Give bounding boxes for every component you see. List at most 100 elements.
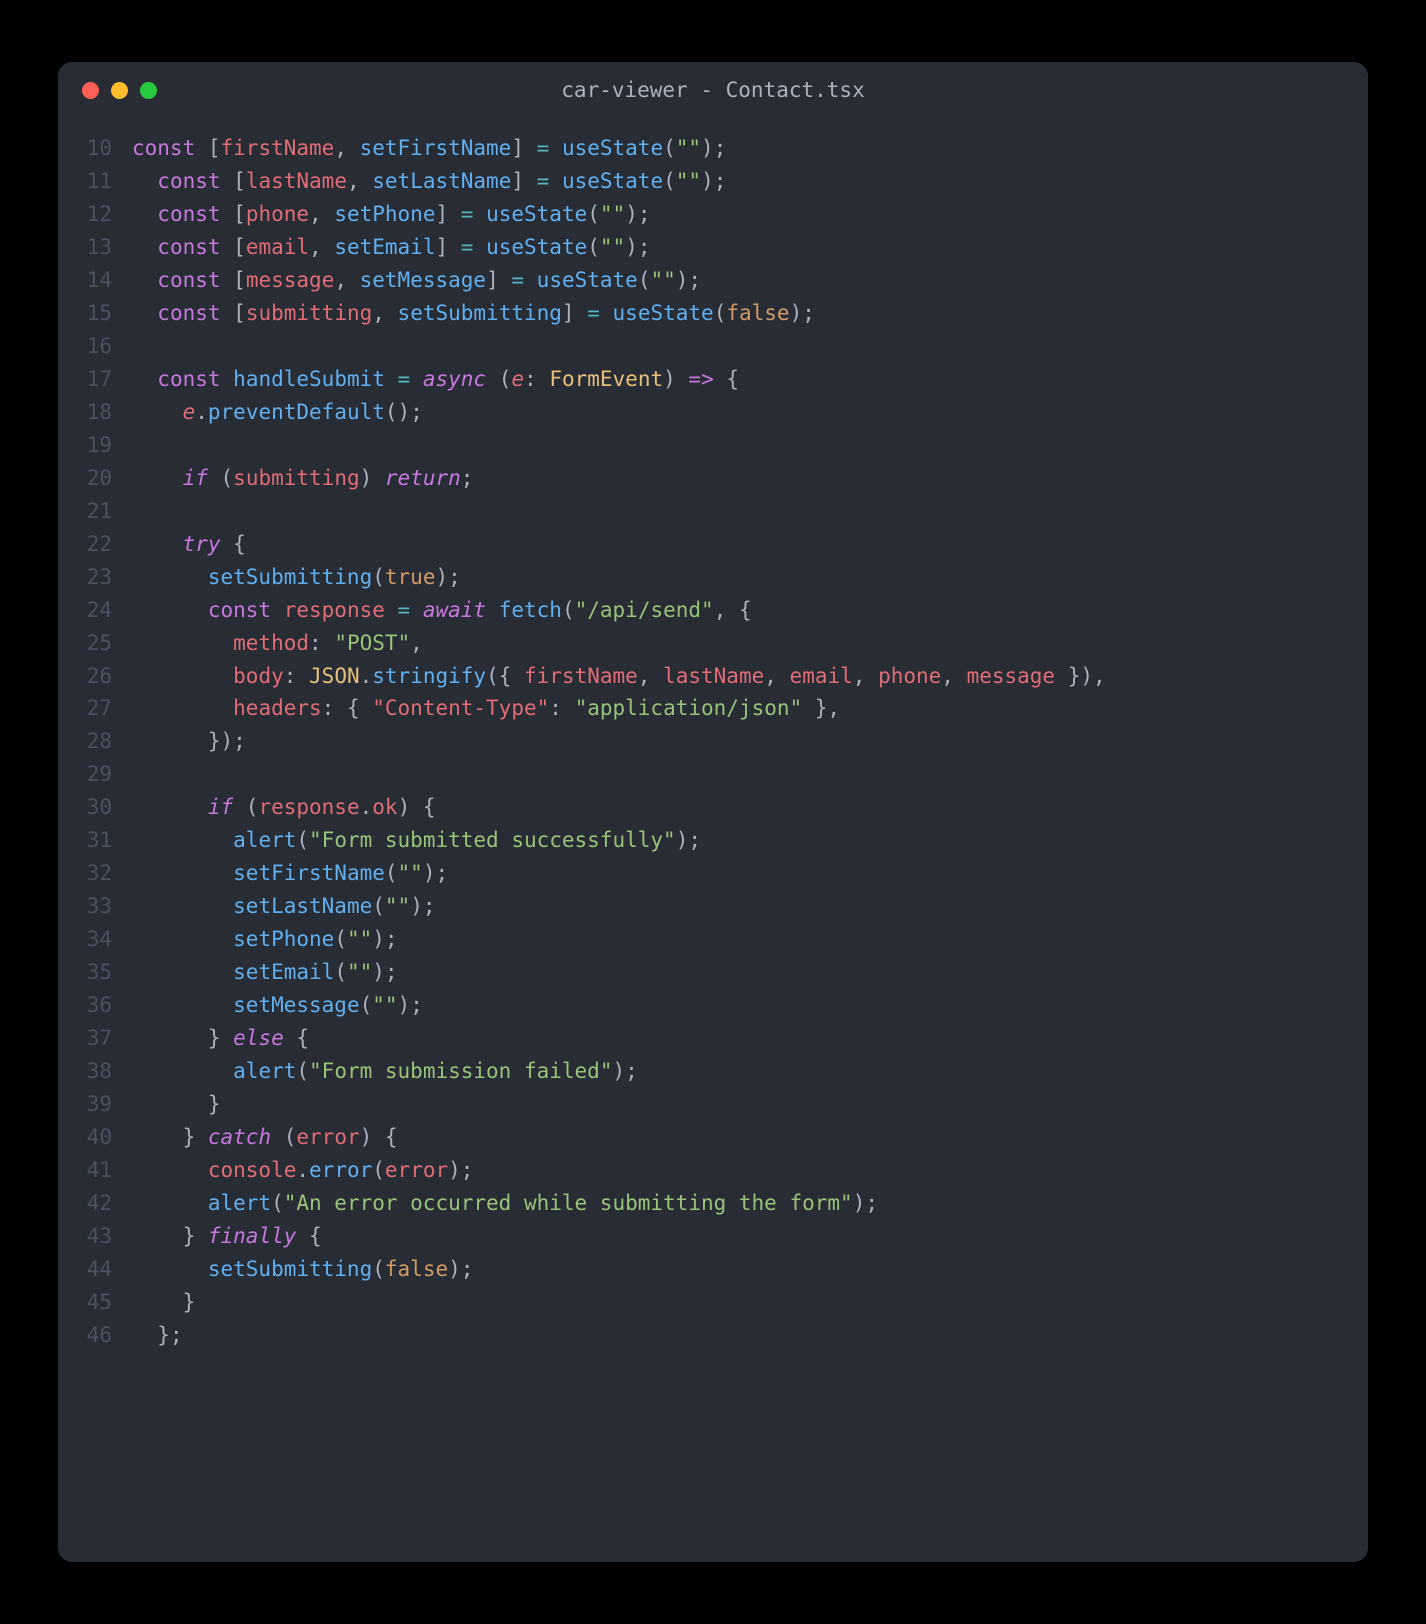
code-content[interactable]: alert("Form submission failed"); bbox=[132, 1055, 1368, 1088]
code-content[interactable]: const [lastName, setLastName] = useState… bbox=[132, 165, 1368, 198]
code-content[interactable]: const [email, setEmail] = useState(""); bbox=[132, 231, 1368, 264]
code-content[interactable]: setEmail(""); bbox=[132, 956, 1368, 989]
code-line[interactable]: 33 setLastName(""); bbox=[58, 890, 1368, 923]
code-content[interactable]: } else { bbox=[132, 1022, 1368, 1055]
code-line[interactable]: 12 const [phone, setPhone] = useState(""… bbox=[58, 198, 1368, 231]
line-number: 26 bbox=[58, 660, 132, 693]
code-line[interactable]: 41 console.error(error); bbox=[58, 1154, 1368, 1187]
code-line[interactable]: 13 const [email, setEmail] = useState(""… bbox=[58, 231, 1368, 264]
code-line[interactable]: 18 e.preventDefault(); bbox=[58, 396, 1368, 429]
code-line[interactable]: 34 setPhone(""); bbox=[58, 923, 1368, 956]
code-content[interactable] bbox=[132, 429, 1368, 462]
line-number: 12 bbox=[58, 198, 132, 231]
code-content[interactable]: headers: { "Content-Type": "application/… bbox=[132, 692, 1368, 725]
code-content[interactable]: setSubmitting(true); bbox=[132, 561, 1368, 594]
code-line[interactable]: 26 body: JSON.stringify({ firstName, las… bbox=[58, 660, 1368, 693]
code-line[interactable]: 19 bbox=[58, 429, 1368, 462]
line-number: 25 bbox=[58, 627, 132, 660]
close-icon[interactable] bbox=[82, 82, 99, 99]
line-number: 23 bbox=[58, 561, 132, 594]
minimize-icon[interactable] bbox=[111, 82, 128, 99]
line-number: 38 bbox=[58, 1055, 132, 1088]
code-line[interactable]: 31 alert("Form submitted successfully"); bbox=[58, 824, 1368, 857]
code-line[interactable]: 24 const response = await fetch("/api/se… bbox=[58, 594, 1368, 627]
line-number: 44 bbox=[58, 1253, 132, 1286]
code-content[interactable]: alert("Form submitted successfully"); bbox=[132, 824, 1368, 857]
code-content[interactable]: } catch (error) { bbox=[132, 1121, 1368, 1154]
code-content[interactable] bbox=[132, 758, 1368, 791]
code-content[interactable]: setMessage(""); bbox=[132, 989, 1368, 1022]
code-content[interactable]: body: JSON.stringify({ firstName, lastNa… bbox=[132, 660, 1368, 693]
line-number: 41 bbox=[58, 1154, 132, 1187]
code-line[interactable]: 45 } bbox=[58, 1286, 1368, 1319]
line-number: 46 bbox=[58, 1319, 132, 1352]
titlebar: car-viewer - Contact.tsx bbox=[58, 62, 1368, 118]
code-content[interactable]: const handleSubmit = async (e: FormEvent… bbox=[132, 363, 1368, 396]
code-content[interactable]: e.preventDefault(); bbox=[132, 396, 1368, 429]
code-content[interactable]: }; bbox=[132, 1319, 1368, 1352]
code-content[interactable]: }); bbox=[132, 725, 1368, 758]
code-content[interactable]: if (submitting) return; bbox=[132, 462, 1368, 495]
code-line[interactable]: 36 setMessage(""); bbox=[58, 989, 1368, 1022]
window-title: car-viewer - Contact.tsx bbox=[58, 78, 1368, 102]
code-content[interactable]: if (response.ok) { bbox=[132, 791, 1368, 824]
code-line[interactable]: 23 setSubmitting(true); bbox=[58, 561, 1368, 594]
code-content[interactable]: } bbox=[132, 1286, 1368, 1319]
code-line[interactable]: 20 if (submitting) return; bbox=[58, 462, 1368, 495]
code-line[interactable]: 43 } finally { bbox=[58, 1220, 1368, 1253]
code-line[interactable]: 39 } bbox=[58, 1088, 1368, 1121]
line-number: 19 bbox=[58, 429, 132, 462]
code-content[interactable]: const [message, setMessage] = useState("… bbox=[132, 264, 1368, 297]
code-line[interactable]: 15 const [submitting, setSubmitting] = u… bbox=[58, 297, 1368, 330]
code-line[interactable]: 16 bbox=[58, 330, 1368, 363]
code-content[interactable]: } finally { bbox=[132, 1220, 1368, 1253]
code-content[interactable]: const response = await fetch("/api/send"… bbox=[132, 594, 1368, 627]
code-line[interactable]: 30 if (response.ok) { bbox=[58, 791, 1368, 824]
code-line[interactable]: 37 } else { bbox=[58, 1022, 1368, 1055]
line-number: 14 bbox=[58, 264, 132, 297]
code-line[interactable]: 32 setFirstName(""); bbox=[58, 857, 1368, 890]
code-content[interactable]: setPhone(""); bbox=[132, 923, 1368, 956]
code-editor[interactable]: 10const [firstName, setFirstName] = useS… bbox=[58, 118, 1368, 1562]
line-number: 32 bbox=[58, 857, 132, 890]
code-line[interactable]: 25 method: "POST", bbox=[58, 627, 1368, 660]
code-line[interactable]: 27 headers: { "Content-Type": "applicati… bbox=[58, 692, 1368, 725]
code-content[interactable]: console.error(error); bbox=[132, 1154, 1368, 1187]
line-number: 43 bbox=[58, 1220, 132, 1253]
code-content[interactable]: const [submitting, setSubmitting] = useS… bbox=[132, 297, 1368, 330]
line-number: 29 bbox=[58, 758, 132, 791]
code-content[interactable]: const [phone, setPhone] = useState(""); bbox=[132, 198, 1368, 231]
code-line[interactable]: 22 try { bbox=[58, 528, 1368, 561]
code-content[interactable] bbox=[132, 495, 1368, 528]
code-line[interactable]: 10const [firstName, setFirstName] = useS… bbox=[58, 132, 1368, 165]
code-line[interactable]: 11 const [lastName, setLastName] = useSt… bbox=[58, 165, 1368, 198]
code-content[interactable]: setLastName(""); bbox=[132, 890, 1368, 923]
line-number: 30 bbox=[58, 791, 132, 824]
code-line[interactable]: 35 setEmail(""); bbox=[58, 956, 1368, 989]
line-number: 40 bbox=[58, 1121, 132, 1154]
code-line[interactable]: 38 alert("Form submission failed"); bbox=[58, 1055, 1368, 1088]
code-line[interactable]: 14 const [message, setMessage] = useStat… bbox=[58, 264, 1368, 297]
code-line[interactable]: 21 bbox=[58, 495, 1368, 528]
code-line[interactable]: 44 setSubmitting(false); bbox=[58, 1253, 1368, 1286]
code-content[interactable]: } bbox=[132, 1088, 1368, 1121]
line-number: 11 bbox=[58, 165, 132, 198]
code-line[interactable]: 46 }; bbox=[58, 1319, 1368, 1352]
line-number: 33 bbox=[58, 890, 132, 923]
code-content[interactable]: const [firstName, setFirstName] = useSta… bbox=[132, 132, 1368, 165]
code-content[interactable] bbox=[132, 330, 1368, 363]
code-line[interactable]: 42 alert("An error occurred while submit… bbox=[58, 1187, 1368, 1220]
line-number: 45 bbox=[58, 1286, 132, 1319]
code-line[interactable]: 40 } catch (error) { bbox=[58, 1121, 1368, 1154]
line-number: 37 bbox=[58, 1022, 132, 1055]
line-number: 18 bbox=[58, 396, 132, 429]
code-content[interactable]: setFirstName(""); bbox=[132, 857, 1368, 890]
code-content[interactable]: try { bbox=[132, 528, 1368, 561]
code-content[interactable]: setSubmitting(false); bbox=[132, 1253, 1368, 1286]
code-line[interactable]: 29 bbox=[58, 758, 1368, 791]
code-line[interactable]: 17 const handleSubmit = async (e: FormEv… bbox=[58, 363, 1368, 396]
zoom-icon[interactable] bbox=[140, 82, 157, 99]
code-line[interactable]: 28 }); bbox=[58, 725, 1368, 758]
code-content[interactable]: alert("An error occurred while submittin… bbox=[132, 1187, 1368, 1220]
code-content[interactable]: method: "POST", bbox=[132, 627, 1368, 660]
